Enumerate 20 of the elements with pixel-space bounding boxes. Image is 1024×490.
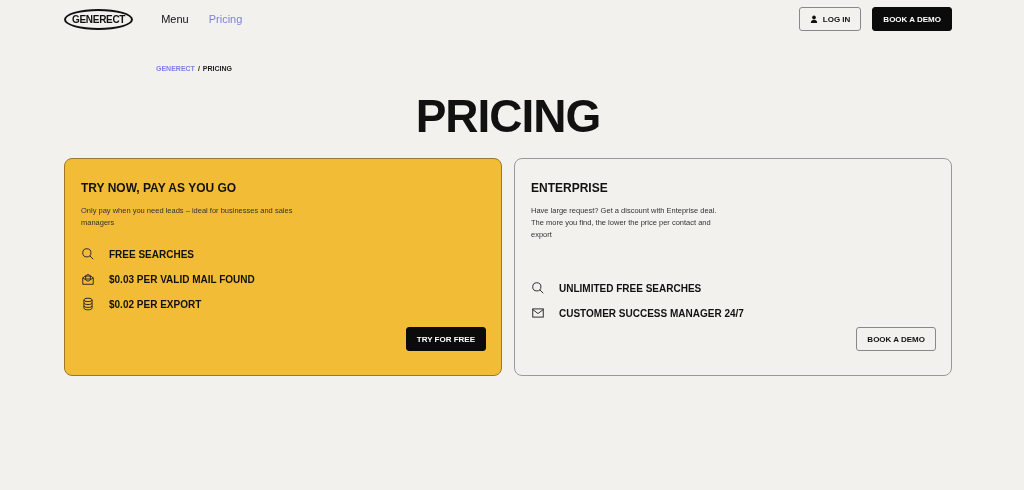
plan-title: ENTERPRISE	[531, 181, 609, 195]
page-title: PRICING	[414, 89, 602, 144]
login-button[interactable]: LOG IN	[798, 7, 862, 31]
feature-label: $0.02 PER EXPORT	[109, 298, 202, 310]
book-demo-button[interactable]: BOOK A DEMO	[872, 7, 952, 31]
nav-link[interactable]: Menu	[161, 13, 189, 25]
search-icon	[81, 247, 95, 261]
logo[interactable]: GENERECT	[64, 8, 134, 30]
feature-label: $0.03 PER VALID MAIL FOUND	[109, 273, 255, 285]
search-icon	[531, 281, 545, 295]
feature-label: UNLIMITED FREE SEARCHES	[559, 282, 702, 294]
feature-label: FREE SEARCHES	[109, 248, 194, 260]
coin-stack-icon	[81, 297, 95, 311]
plan-title: TRY NOW, PAY AS YOU GO	[81, 181, 238, 195]
feature-label: CUSTOMER SUCCESS MANAGER 24/7	[559, 307, 744, 319]
plan-button[interactable]: TRY FOR FREE	[405, 327, 486, 351]
envelope-icon	[81, 272, 95, 286]
mail-icon	[531, 306, 545, 320]
plan-button[interactable]: BOOK A DEMO	[856, 327, 936, 351]
user-icon	[809, 15, 818, 23]
